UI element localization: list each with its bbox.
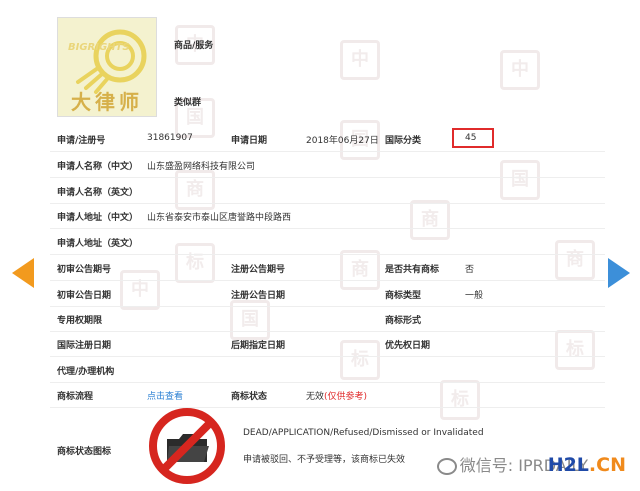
no-folder-icon — [147, 406, 227, 486]
applicant-en-label: 申请人名称（英文） — [57, 185, 138, 198]
watermark-char: 标 — [175, 243, 215, 283]
tm-type-label: 商标类型 — [385, 288, 421, 301]
reg-no-label: 申请/注册号 — [57, 133, 105, 146]
status-cn: 申请被驳回、不予受理等，该商标已失效 — [243, 452, 405, 465]
address-cn-label: 申请人地址（中文） — [57, 210, 138, 223]
status-value-wrap: 无效(仅供参考) — [306, 389, 367, 402]
tm-form-label: 商标形式 — [385, 313, 421, 326]
goods-label: 商品/服务 — [174, 38, 213, 51]
exclusive-label: 专用权期限 — [57, 313, 102, 326]
applicant-cn-value: 山东盛盈网络科技有限公司 — [147, 159, 255, 172]
row-divider — [50, 203, 605, 204]
watermark-char: 标 — [340, 340, 380, 380]
wechat-icon — [437, 458, 457, 475]
trademark-image: BIGRIGHTS 大律师 — [57, 17, 157, 117]
watermark-char: 商 — [555, 240, 595, 280]
row-divider — [50, 228, 605, 229]
row-divider — [50, 331, 605, 332]
address-en-label: 申请人地址（英文） — [57, 236, 138, 249]
site-watermark: H2L.CN — [548, 454, 626, 476]
reg-date-label: 注册公告日期 — [231, 288, 285, 301]
intl-class-value: 45 — [465, 133, 476, 143]
trademark-brand-text: BIGRIGHTS — [68, 42, 130, 53]
later-date-label: 后期指定日期 — [231, 338, 285, 351]
similar-group-label: 类似群 — [174, 95, 201, 108]
process-label: 商标流程 — [57, 389, 93, 402]
row-divider — [50, 254, 605, 255]
row-divider — [50, 382, 605, 383]
watermark-char: 商 — [175, 170, 215, 210]
watermark-char: 国 — [500, 160, 540, 200]
watermark-char: 商 — [410, 200, 450, 240]
reg-issue-label: 注册公告期号 — [231, 262, 285, 275]
row-divider — [50, 151, 605, 152]
shared-label: 是否共有商标 — [385, 262, 439, 275]
process-link[interactable]: 点击查看 — [147, 389, 183, 402]
shared-value: 否 — [465, 262, 474, 275]
status-label: 商标状态 — [231, 389, 267, 402]
reg-no-value: 31861907 — [147, 133, 193, 143]
trademark-chinese-text: 大律师 — [58, 86, 156, 115]
row-divider — [50, 356, 605, 357]
intl-class-label: 国际分类 — [385, 133, 421, 146]
prelim-date-label: 初审公告日期 — [57, 288, 111, 301]
app-date-label: 申请日期 — [231, 133, 267, 146]
status-value: 无效 — [306, 392, 324, 402]
priority-date-label: 优先权日期 — [385, 338, 430, 351]
arrow-left-icon[interactable] — [12, 258, 34, 288]
row-divider — [50, 407, 605, 408]
row-divider — [50, 306, 605, 307]
status-icon-label: 商标状态图标 — [57, 444, 111, 457]
watermark-char: 中 — [340, 40, 380, 80]
status-en: DEAD/APPLICATION/Refused/Dismissed or In… — [243, 428, 484, 438]
tm-type-value: 一般 — [465, 288, 483, 301]
address-cn-value: 山东省泰安市泰山区唐誉路中段路西 — [147, 210, 291, 223]
intl-reg-date-label: 国际注册日期 — [57, 338, 111, 351]
applicant-cn-label: 申请人名称（中文） — [57, 159, 138, 172]
row-divider — [50, 177, 605, 178]
watermark-char: 中 — [500, 50, 540, 90]
watermark-char: 中 — [120, 270, 160, 310]
site-watermark-main: H2L — [548, 454, 589, 476]
agent-label: 代理/办理机构 — [57, 364, 114, 377]
watermark-char: 标 — [555, 330, 595, 370]
app-date-value: 2018年06月27日 — [306, 133, 379, 146]
arrow-right-icon[interactable] — [608, 258, 630, 288]
site-watermark-suffix: .CN — [589, 454, 626, 476]
prelim-issue-label: 初审公告期号 — [57, 262, 111, 275]
status-note: (仅供参考) — [324, 392, 367, 402]
row-divider — [50, 280, 605, 281]
watermark-char: 标 — [440, 380, 480, 420]
watermark-char: 商 — [340, 250, 380, 290]
